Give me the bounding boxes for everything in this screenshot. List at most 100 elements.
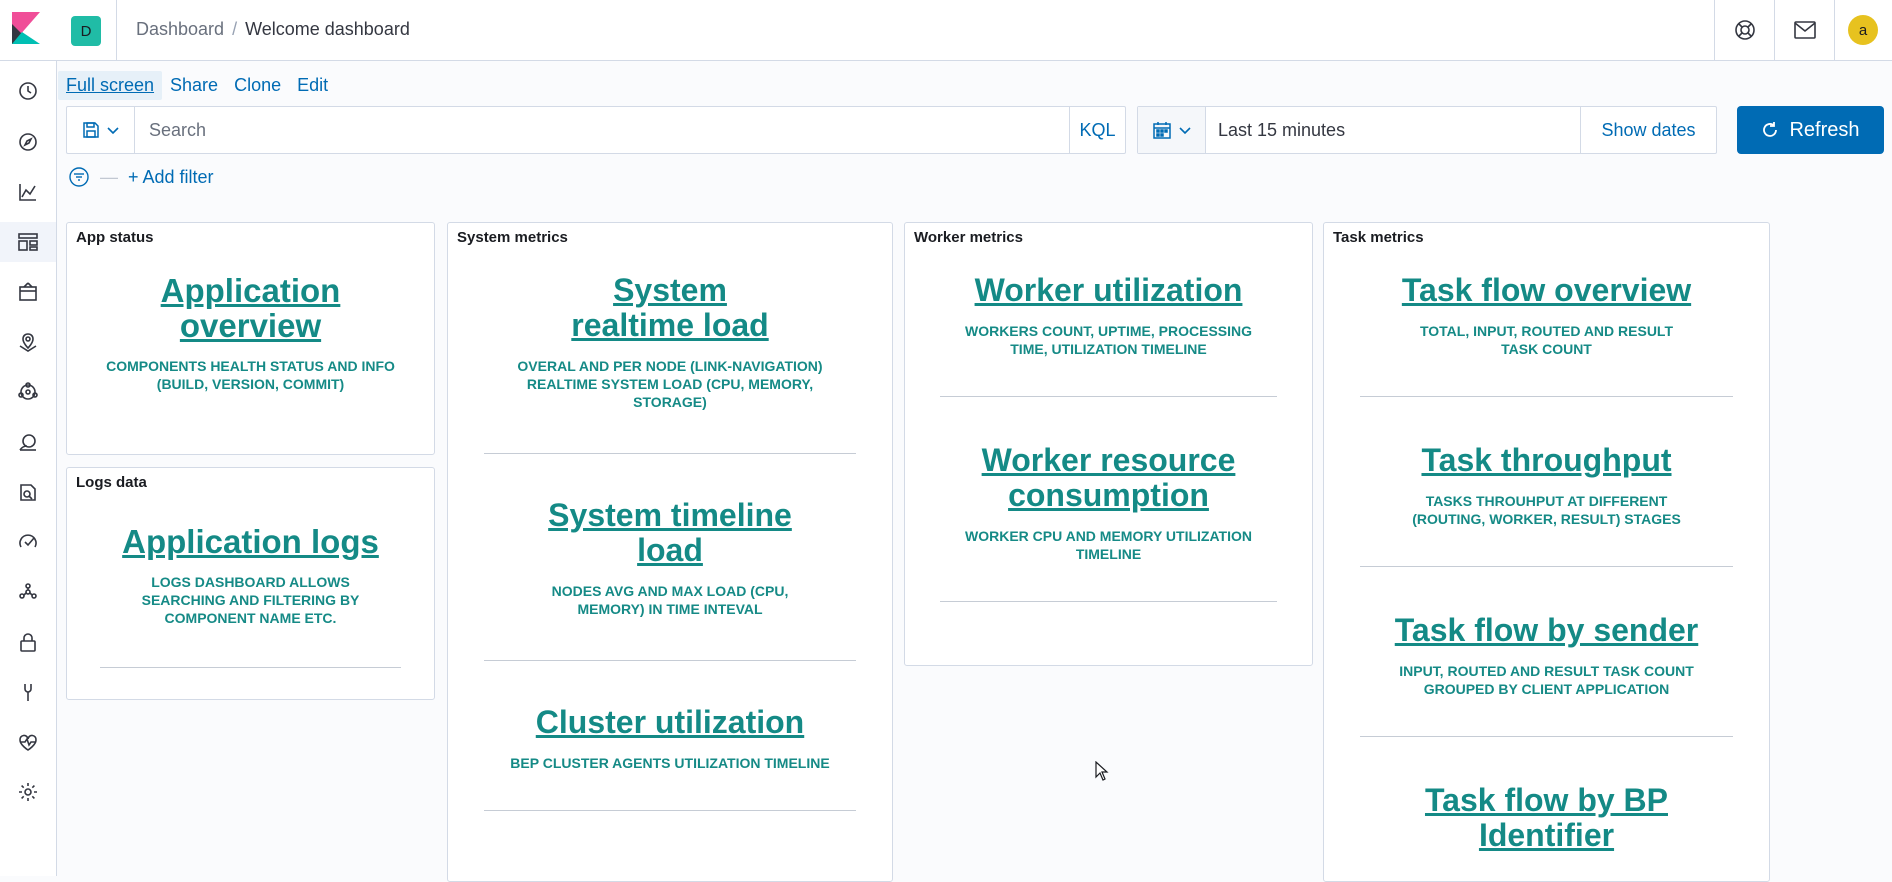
system-realtime-load-link[interactable]: System realtime load [468,273,872,343]
nav-dev-tools[interactable] [0,672,56,712]
add-filter-button[interactable]: + Add filter [128,167,214,188]
search-input[interactable] [135,107,1069,153]
nav-infrastructure[interactable] [0,422,56,462]
edit-button[interactable]: Edit [289,71,336,100]
entry-divider [1360,566,1733,567]
nav-siem[interactable] [0,622,56,662]
show-dates-button[interactable]: Show dates [1580,107,1716,153]
entry-description: INPUT, ROUTED AND RESULT TASK COUNT GROU… [1399,663,1694,697]
entry-divider [484,453,856,454]
panel-content: Task flow overview TOTAL, INPUT, ROUTED … [1324,261,1769,853]
list-item: Application logs LOGS DASHBOARD ALLOWS S… [67,512,434,674]
stack-monitoring-icon [19,734,37,751]
list-item: Task throughput TASKS THROUHPUT AT DIFFE… [1324,403,1769,573]
visualize-icon [19,184,36,201]
panel-title: Task metrics [1333,229,1424,246]
nav-apm[interactable] [0,522,56,562]
header-divider [116,0,117,60]
panel-task-metrics: Task metrics Task flow overview TOTAL, I… [1323,222,1770,882]
breadcrumb-welcome-dashboard: Welcome dashboard [245,19,410,39]
panel-system-metrics: System metrics System realtime load OVER… [447,222,893,882]
nav-maps[interactable] [0,322,56,362]
entry-description: TOTAL, INPUT, ROUTED AND RESULT TASK COU… [1419,323,1674,357]
quick-select-button[interactable] [1138,107,1206,153]
nav-graph[interactable] [0,572,56,612]
newsfeed-button[interactable] [1774,0,1834,60]
entry-description: BEP CLUSTER AGENTS UTILIZATION TIMELINE [510,755,830,771]
panel-logs-data: Logs data Application logs LOGS DASHBOAR… [66,467,435,700]
cluster-utilization-link[interactable]: Cluster utilization [536,705,804,740]
entry-description: WORKERS COUNT, UPTIME, PROCESSING TIME, … [964,323,1253,357]
task-flow-overview-link[interactable]: Task flow overview [1402,273,1691,308]
help-button[interactable] [1714,0,1774,60]
logs-icon [20,484,36,501]
dashboard-icon [18,233,38,251]
list-item: Task flow by BP Identifier [1324,743,1769,853]
infrastructure-icon [19,434,36,451]
share-button[interactable]: Share [162,71,226,100]
side-navigation [0,61,57,876]
chevron-down-icon [106,127,119,135]
application-logs-link[interactable]: Application logs [122,524,379,559]
canvas-icon [19,282,37,301]
entry-divider [939,396,1278,397]
saved-query-button[interactable] [67,107,135,153]
entry-description: LOGS DASHBOARD ALLOWS SEARCHING AND FILT… [141,574,360,626]
list-item: Worker utilization WORKERS COUNT, UPTIME… [905,261,1312,403]
worker-utilization-link[interactable]: Worker utilization [975,273,1243,308]
query-language-button[interactable]: KQL [1069,107,1125,153]
nav-management[interactable] [0,772,56,812]
breadcrumb-dashboard[interactable]: Dashboard [136,19,224,40]
apm-icon [19,534,37,548]
refresh-button[interactable]: Refresh [1737,106,1884,154]
nav-discover[interactable] [0,122,56,162]
nav-dashboard[interactable] [0,222,56,262]
entry-description: TASKS THROUHPUT AT DIFFERENT (ROUTING, W… [1412,493,1681,527]
siem-lock-icon [20,633,36,652]
entry-divider [100,667,401,668]
worker-resource-consumption-link[interactable]: Worker resource consumption [925,443,1292,513]
panel-app-status: App status Application overview COMPONEN… [66,222,435,455]
top-header: D Dashboard / Welcome dashboard a [0,0,1892,61]
panel-content: System realtime load OVERAL AND PER NODE… [448,261,892,817]
panel-content: Application overview COMPONENTS HEALTH S… [67,261,434,393]
entry-divider [1360,736,1733,737]
kibana-logo-icon[interactable] [12,12,40,44]
nav-visualize[interactable] [0,172,56,212]
list-item: Task flow overview TOTAL, INPUT, ROUTED … [1324,261,1769,403]
panel-content: Application logs LOGS DASHBOARD ALLOWS S… [67,512,434,674]
panel-title: Logs data [76,474,147,491]
entry-divider [484,810,856,811]
nav-machine-learning[interactable] [0,372,56,412]
filter-divider: — [100,166,118,187]
query-bar: KQL [66,106,1126,154]
dashboard-top-nav: Full screen Share Clone Edit [58,70,336,100]
filter-options-icon[interactable] [68,166,90,188]
panel-content: Worker utilization WORKERS COUNT, UPTIME… [905,261,1312,608]
nav-logs[interactable] [0,472,56,512]
help-icon [1734,20,1755,40]
entry-description: NODES AVG AND MAX LOAD (CPU, MEMORY) IN … [551,583,789,617]
space-avatar[interactable]: D [71,16,101,46]
nav-recently-viewed[interactable] [0,71,56,111]
system-timeline-load-link[interactable]: System timeline load [468,498,872,568]
list-item: Task flow by sender INPUT, ROUTED AND RE… [1324,573,1769,743]
nav-canvas[interactable] [0,272,56,312]
date-range-text[interactable]: Last 15 minutes [1206,107,1580,153]
task-flow-by-sender-link[interactable]: Task flow by sender [1395,613,1699,648]
entry-description: WORKER CPU AND MEMORY UTILIZATION TIMELI… [965,528,1252,562]
nav-stack-monitoring[interactable] [0,722,56,762]
clone-button[interactable]: Clone [226,71,289,100]
task-flow-by-bp-identifier-link[interactable]: Task flow by BP Identifier [1344,783,1749,853]
refresh-label: Refresh [1789,118,1860,141]
entry-divider [1360,396,1733,397]
graph-icon [19,583,37,599]
panel-title: Worker metrics [914,229,1023,246]
entry-description: OVERAL AND PER NODE (LINK-NAVIGATION) RE… [517,358,823,410]
mouse-cursor-icon [1095,761,1109,781]
avatar[interactable]: a [1848,15,1878,45]
application-overview-link[interactable]: Application overview [87,273,414,343]
full-screen-button[interactable]: Full screen [58,70,163,100]
task-throughput-link[interactable]: Task throughput [1421,443,1671,478]
maps-icon [19,333,37,352]
